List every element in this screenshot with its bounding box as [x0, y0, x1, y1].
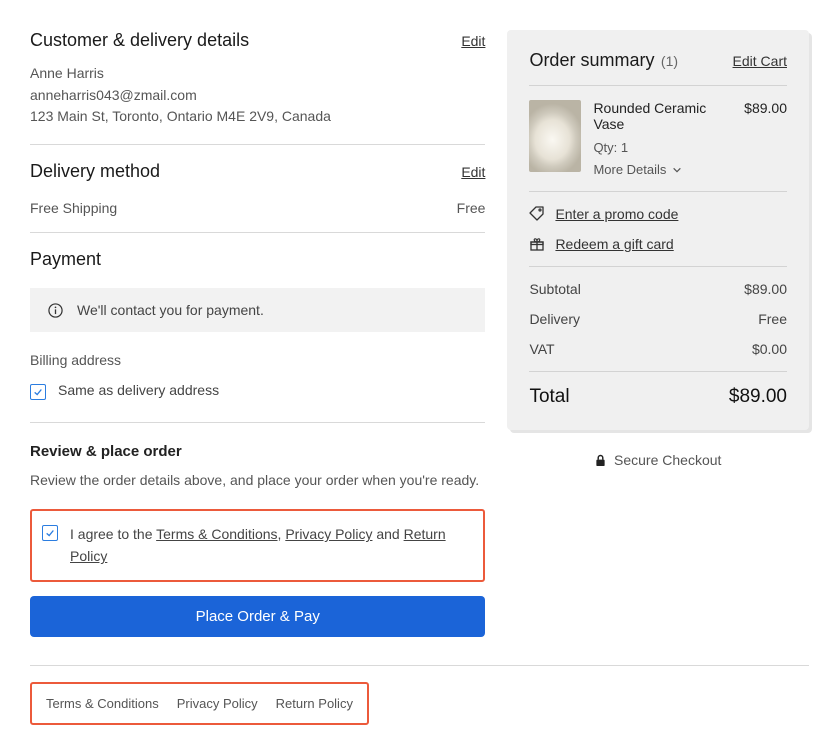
agree-prefix: I agree to the	[70, 526, 156, 542]
total-label: Total	[529, 386, 569, 408]
terms-link[interactable]: Terms & Conditions	[156, 526, 277, 542]
privacy-link[interactable]: Privacy Policy	[285, 526, 372, 542]
agree-text: I agree to the Terms & Conditions, Priva…	[70, 523, 473, 568]
edit-customer-link[interactable]: Edit	[461, 33, 485, 49]
agree-checkbox[interactable]	[42, 525, 58, 541]
edit-delivery-link[interactable]: Edit	[461, 164, 485, 180]
order-summary-count: (1)	[661, 53, 678, 69]
review-description: Review the order details above, and plac…	[30, 470, 485, 491]
more-details-label: More Details	[593, 162, 666, 177]
payment-info-text: We'll contact you for payment.	[77, 302, 264, 318]
vat-value: $0.00	[752, 341, 787, 357]
same-address-checkbox[interactable]	[30, 384, 46, 400]
lock-icon	[595, 454, 606, 467]
vat-label: VAT	[529, 341, 554, 357]
order-summary-panel: Order summary (1) Edit Cart Rounded Cera…	[507, 30, 809, 430]
same-address-label: Same as delivery address	[58, 382, 219, 398]
billing-address-label: Billing address	[30, 352, 485, 368]
total-value: $89.00	[729, 386, 787, 408]
edit-cart-link[interactable]: Edit Cart	[733, 53, 787, 69]
subtotal-value: $89.00	[744, 281, 787, 297]
place-order-button[interactable]: Place Order & Pay	[30, 596, 485, 637]
customer-heading: Customer & delivery details	[30, 30, 249, 51]
secure-checkout-label: Secure Checkout	[614, 452, 721, 468]
item-price: $89.00	[744, 100, 787, 177]
gift-icon	[529, 236, 545, 252]
info-icon	[48, 303, 63, 318]
delivery-value: Free	[758, 311, 787, 327]
item-name: Rounded Ceramic Vase	[593, 100, 732, 132]
payment-info-box: We'll contact you for payment.	[30, 288, 485, 332]
secure-checkout: Secure Checkout	[507, 452, 809, 468]
delivery-label: Delivery	[529, 311, 580, 327]
customer-name: Anne Harris	[30, 63, 485, 85]
agree-highlight: I agree to the Terms & Conditions, Priva…	[30, 509, 485, 582]
promo-code-link[interactable]: Enter a promo code	[555, 206, 678, 222]
gift-card-link[interactable]: Redeem a gift card	[555, 236, 673, 252]
order-summary-heading: Order summary	[529, 50, 654, 70]
cart-item-row: Rounded Ceramic Vase Qty: 1 More Details…	[529, 100, 787, 177]
footer-terms-link[interactable]: Terms & Conditions	[46, 696, 159, 711]
delivery-method-price: Free	[457, 200, 486, 216]
delivery-method-name: Free Shipping	[30, 200, 117, 216]
agree-and: and	[372, 526, 403, 542]
review-heading: Review & place order	[30, 443, 485, 460]
footer-return-link[interactable]: Return Policy	[276, 696, 353, 711]
footer-links-highlight: Terms & Conditions Privacy Policy Return…	[30, 682, 369, 725]
customer-email: anneharris043@zmail.com	[30, 85, 485, 107]
chevron-down-icon	[672, 165, 682, 175]
more-details-toggle[interactable]: More Details	[593, 162, 682, 177]
payment-heading: Payment	[30, 249, 485, 270]
subtotal-label: Subtotal	[529, 281, 580, 297]
customer-address: 123 Main St, Toronto, Ontario M4E 2V9, C…	[30, 106, 485, 128]
item-qty: Qty: 1	[593, 140, 732, 155]
item-thumbnail	[529, 100, 581, 172]
footer-privacy-link[interactable]: Privacy Policy	[177, 696, 258, 711]
tag-icon	[529, 206, 545, 222]
delivery-heading: Delivery method	[30, 161, 160, 182]
